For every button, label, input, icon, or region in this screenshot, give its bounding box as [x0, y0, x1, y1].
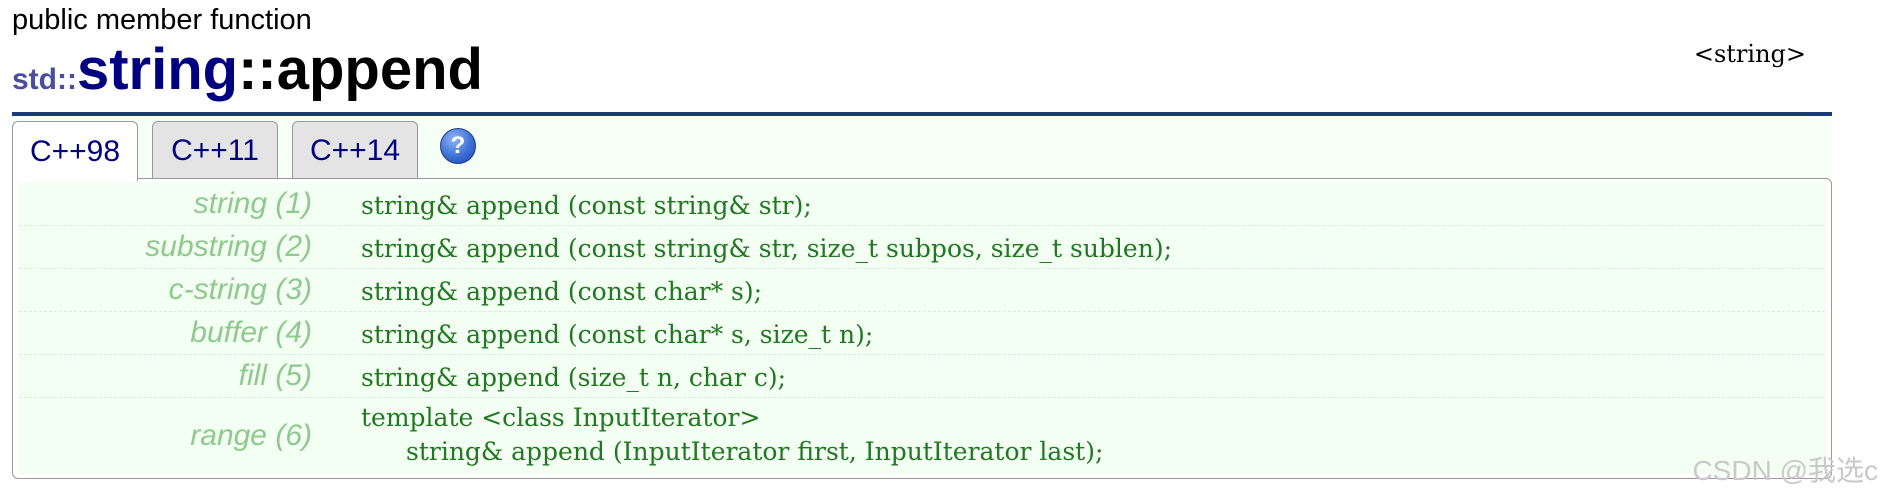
title-function-name: ::append	[238, 37, 483, 102]
signature-code: string& append (size_t n, char c);	[361, 363, 786, 392]
signature-label: buffer (4)	[190, 316, 312, 349]
signature-row: range (6) template <class InputIterator>…	[19, 398, 1825, 474]
signature-row: c-string (3) string& append (const char*…	[19, 269, 1825, 312]
title-divider	[12, 112, 1832, 116]
signatures-panel: string (1) string& append (const string&…	[12, 178, 1832, 479]
signature-label: range (6)	[190, 419, 312, 452]
signature-label: fill (5)	[238, 359, 312, 392]
signature-code: string& append (const string& str, size_…	[361, 234, 1172, 263]
help-icon[interactable]: ?	[440, 128, 476, 164]
signature-label: string (1)	[193, 187, 312, 220]
signature-row: string (1) string& append (const string&…	[19, 183, 1825, 226]
signature-code-continuation: string& append (InputIterator first, Inp…	[406, 437, 1104, 466]
signature-code: string& append (const string& str);	[361, 191, 812, 220]
tab-cpp98[interactable]: C++98	[12, 121, 138, 181]
title-namespace: std::	[12, 63, 77, 96]
tab-cpp11[interactable]: C++11	[152, 121, 278, 179]
signature-code: template <class InputIterator>	[361, 403, 761, 432]
signature-label: c-string (3)	[168, 273, 312, 306]
title-class-name: string	[76, 37, 239, 102]
tab-cpp14[interactable]: C++14	[292, 121, 418, 179]
version-tabs-bar	[12, 117, 1832, 178]
signature-label: substring (2)	[145, 230, 312, 263]
watermark: CSDN @我选c	[1692, 455, 1878, 486]
member-kind-label: public member function	[12, 4, 312, 36]
page-title: std::string::append	[12, 36, 483, 103]
signature-row: fill (5) string& append (size_t n, char …	[19, 355, 1825, 398]
signature-row: buffer (4) string& append (const char* s…	[19, 312, 1825, 355]
signature-code: string& append (const char* s, size_t n)…	[361, 320, 874, 349]
signature-row: substring (2) string& append (const stri…	[19, 226, 1825, 269]
header-file-link[interactable]: <string>	[1694, 40, 1806, 68]
signature-code: string& append (const char* s);	[361, 277, 763, 306]
